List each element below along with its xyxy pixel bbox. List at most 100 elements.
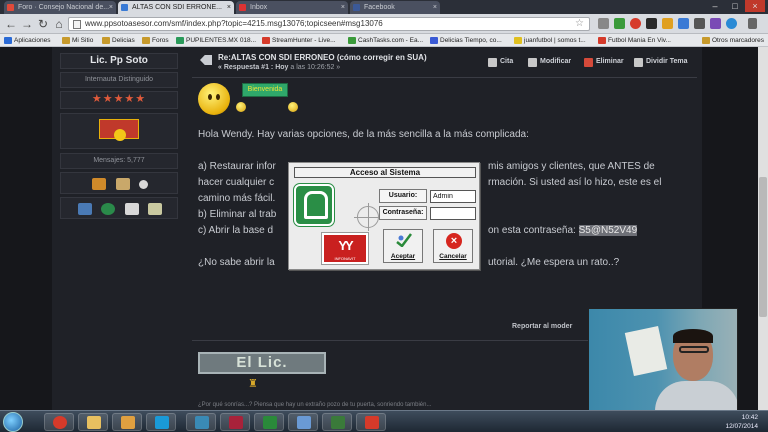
user-label: Usuario:	[379, 189, 427, 203]
tab-favicon	[239, 4, 246, 11]
back-icon[interactable]: ←	[3, 16, 19, 32]
taskbar-excel[interactable]	[254, 413, 284, 431]
taskbar-app[interactable]	[112, 413, 142, 431]
tab-favicon	[121, 4, 128, 11]
address-bar[interactable]: www.ppsotoasesor.com/smf/index.php?topic…	[68, 17, 590, 31]
taskbar-skype[interactable]	[146, 413, 176, 431]
dialog-title: Acceso al Sistema	[294, 167, 476, 178]
minimize-icon[interactable]: –	[705, 0, 725, 12]
tab-favicon	[7, 4, 14, 11]
bookmark-item[interactable]: Delicias	[102, 34, 135, 47]
infonavit-label: INFONAVIT	[334, 256, 356, 261]
database-password[interactable]: S5@N52V49	[578, 225, 638, 236]
profile-icons-box	[60, 172, 178, 194]
bookmark-item[interactable]: Delicias Tiempo, co...	[430, 34, 502, 47]
post-title[interactable]: Re:ALTAS CON SDI ERRONEO (cómo corregir …	[218, 53, 427, 62]
folder-icon	[87, 416, 101, 429]
system-clock[interactable]: 10:42 12/07/2014	[716, 413, 758, 431]
password-field[interactable]	[430, 207, 476, 220]
extension-icon[interactable]	[646, 18, 657, 29]
extension-icon[interactable]	[614, 18, 625, 29]
profile-stars-box: ★★★★★	[60, 91, 178, 109]
folder-icon	[702, 37, 710, 44]
browser-tabstrip: Foro · Consejo Nacional de... × ALTAS CO…	[0, 0, 768, 14]
bookmark-item[interactable]: Mi Sitio	[62, 34, 93, 47]
extension-icon[interactable]	[630, 18, 641, 29]
profile-icon-row	[61, 177, 179, 191]
email-icon[interactable]	[124, 203, 139, 216]
close-tab-icon[interactable]: ×	[433, 1, 437, 14]
browser-toolbar: ← → ↻ ⌂ www.ppsotoasesor.com/smf/index.p…	[0, 14, 768, 34]
bookmarks-bar: Aplicaciones Mi Sitio Delicias Foros PUP…	[0, 34, 768, 47]
profile-icon[interactable]	[78, 203, 93, 216]
taskbar-app[interactable]	[322, 413, 352, 431]
taskbar-chrome[interactable]	[44, 413, 74, 431]
bookmark-item[interactable]: CashTasks.com - Ea...	[348, 34, 423, 47]
extension-icon[interactable]	[662, 18, 673, 29]
tab-inbox[interactable]: Inbox ×	[236, 1, 348, 14]
taskbar-explorer[interactable]	[78, 413, 108, 431]
infonavit-logo: ΥΥ INFONAVIT	[321, 232, 369, 265]
page-scrollbar[interactable]	[758, 47, 768, 410]
tab-facebook[interactable]: Facebook ×	[350, 1, 440, 14]
gender-icon	[92, 178, 107, 191]
apps-icon	[4, 37, 12, 44]
reload-icon[interactable]: ↻	[35, 16, 51, 32]
start-button[interactable]	[3, 412, 23, 432]
extension-icon[interactable]	[598, 18, 609, 29]
personal-message-icon[interactable]	[147, 203, 162, 216]
close-tab-icon[interactable]: ×	[227, 1, 231, 14]
bookmark-star-icon[interactable]: ☆	[575, 17, 584, 31]
close-tab-icon[interactable]: ×	[341, 1, 345, 14]
tab-altas[interactable]: ALTAS CON SDI ERRONE... ×	[118, 1, 234, 14]
bookmark-item[interactable]: Foros	[142, 34, 169, 47]
bookmark-favicon	[514, 37, 522, 44]
website-globe-icon[interactable]	[101, 203, 116, 216]
bookmark-item[interactable]: Otros marcadores	[702, 34, 764, 47]
forward-icon[interactable]: →	[19, 16, 35, 32]
extension-icon[interactable]	[678, 18, 689, 29]
bookmark-item[interactable]: Futbol Mania En Viv...	[598, 34, 671, 47]
post-text-greeting: Hola Wendy. Hay varias opciones, de la m…	[198, 129, 529, 140]
signature-logo: El Lic.	[198, 352, 326, 374]
bookmark-item[interactable]: juanfutbol | somos t...	[514, 34, 586, 47]
delete-button[interactable]: Eliminar	[584, 58, 624, 67]
report-to-moderator-link[interactable]: Reportar al moder	[512, 323, 572, 330]
extension-icon[interactable]	[710, 18, 721, 29]
author-name[interactable]: Lic. Pp Soto	[61, 54, 177, 68]
maximize-icon[interactable]: □	[725, 0, 745, 12]
profile-avatar-box	[60, 113, 178, 149]
reply-number: « Respuesta #1 : Hoy	[218, 64, 289, 71]
bookmark-item[interactable]: Aplicaciones	[4, 34, 51, 47]
close-window-icon[interactable]: ×	[745, 0, 765, 12]
edit-icon	[528, 58, 537, 67]
tab-foro[interactable]: Foro · Consejo Nacional de... ×	[4, 1, 116, 14]
folder-icon	[102, 37, 110, 44]
signature-quote: ¿Por qué sonrías...? Piensa que hay un e…	[198, 402, 432, 408]
split-topic-button[interactable]: Dividir Tema	[634, 58, 688, 67]
accept-button[interactable]: Aceptar	[383, 229, 423, 263]
bookmark-favicon	[348, 37, 356, 44]
bookmark-item[interactable]: PUPILENTES.MX 018...	[176, 34, 256, 47]
extension-icon[interactable]	[694, 18, 705, 29]
taskbar-app[interactable]	[288, 413, 318, 431]
user-field[interactable]	[430, 190, 476, 203]
taskbar-sua[interactable]	[356, 413, 386, 431]
app-icon	[331, 416, 345, 429]
folder-icon	[62, 37, 70, 44]
modify-button[interactable]: Modificar	[528, 58, 571, 67]
taskbar-app[interactable]	[186, 413, 216, 431]
folder-icon	[142, 37, 150, 44]
menu-icon[interactable]	[748, 18, 757, 29]
scrollbar-thumb[interactable]	[759, 177, 767, 317]
extension-icon[interactable]	[726, 18, 737, 29]
quote-icon	[488, 58, 497, 67]
bookmark-favicon	[176, 37, 184, 44]
close-tab-icon[interactable]: ×	[109, 1, 113, 14]
taskbar-access[interactable]	[220, 413, 250, 431]
home-icon[interactable]: ⌂	[51, 16, 67, 32]
reply-time: a las 10:26:52 »	[290, 64, 341, 71]
quote-button[interactable]: Cita	[488, 58, 513, 67]
cancel-button[interactable]: × Cancelar	[433, 229, 473, 263]
bookmark-item[interactable]: StreamHunter - Live...	[262, 34, 336, 47]
